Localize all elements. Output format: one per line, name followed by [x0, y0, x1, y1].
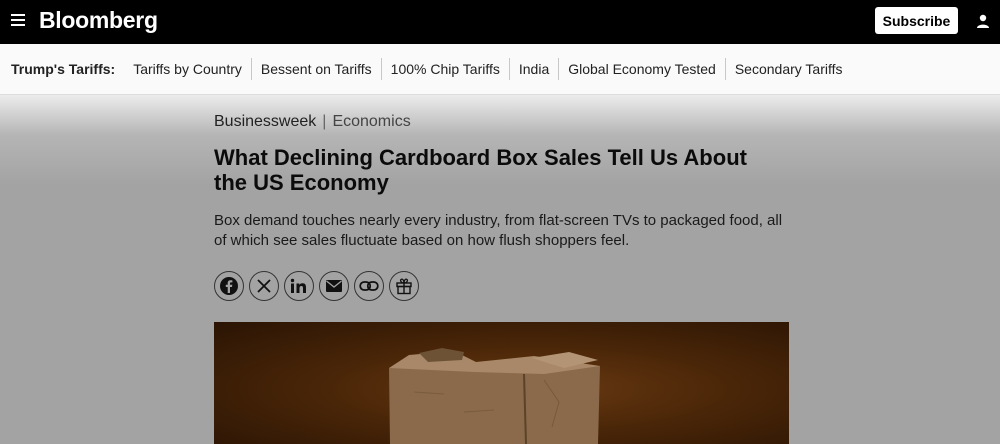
article-headline: What Declining Cardboard Box Sales Tell …: [214, 145, 747, 195]
top-bar: Bloomberg Subscribe: [0, 0, 1000, 44]
nav-item-india[interactable]: India: [510, 58, 560, 80]
facebook-icon: [220, 277, 238, 295]
nav-item-bessent-on-tariffs[interactable]: Bessent on Tariffs: [252, 58, 382, 80]
kicker-separator: |: [322, 113, 327, 130]
nav-item-global-economy-tested[interactable]: Global Economy Tested: [559, 58, 726, 80]
cardboard-box-illustration: [389, 348, 600, 444]
nav-item-tariffs-by-country[interactable]: Tariffs by Country: [124, 58, 252, 80]
kicker-brand-link[interactable]: Businessweek: [214, 113, 316, 130]
subscribe-button[interactable]: Subscribe: [875, 7, 958, 34]
bloomberg-logo[interactable]: Bloomberg: [39, 7, 158, 34]
share-linkedin-button[interactable]: [284, 271, 314, 301]
kicker-section-link[interactable]: Economics: [332, 113, 410, 130]
x-icon: [257, 279, 271, 293]
kicker: Businessweek | Economics: [214, 113, 411, 131]
topic-nav: Trump's Tariffs: Tariffs by Country Bess…: [0, 44, 1000, 95]
share-email-button[interactable]: [319, 271, 349, 301]
gift-article-button[interactable]: [389, 271, 419, 301]
share-bar: [214, 271, 419, 301]
nav-item-chip-tariffs[interactable]: 100% Chip Tariffs: [382, 58, 510, 80]
share-facebook-button[interactable]: [214, 271, 244, 301]
user-account-icon[interactable]: [975, 13, 991, 29]
share-x-button[interactable]: [249, 271, 279, 301]
hero-image: [214, 322, 789, 444]
nav-item-secondary-tariffs[interactable]: Secondary Tariffs: [726, 58, 852, 80]
hamburger-menu-icon[interactable]: [11, 14, 25, 28]
email-icon: [326, 280, 342, 292]
article-dek: Box demand touches nearly every industry…: [214, 212, 783, 249]
link-icon: [359, 281, 379, 291]
gift-icon: [396, 278, 412, 295]
linkedin-icon: [290, 278, 306, 293]
nav-label: Trump's Tariffs:: [11, 61, 116, 77]
share-link-button[interactable]: [354, 271, 384, 301]
